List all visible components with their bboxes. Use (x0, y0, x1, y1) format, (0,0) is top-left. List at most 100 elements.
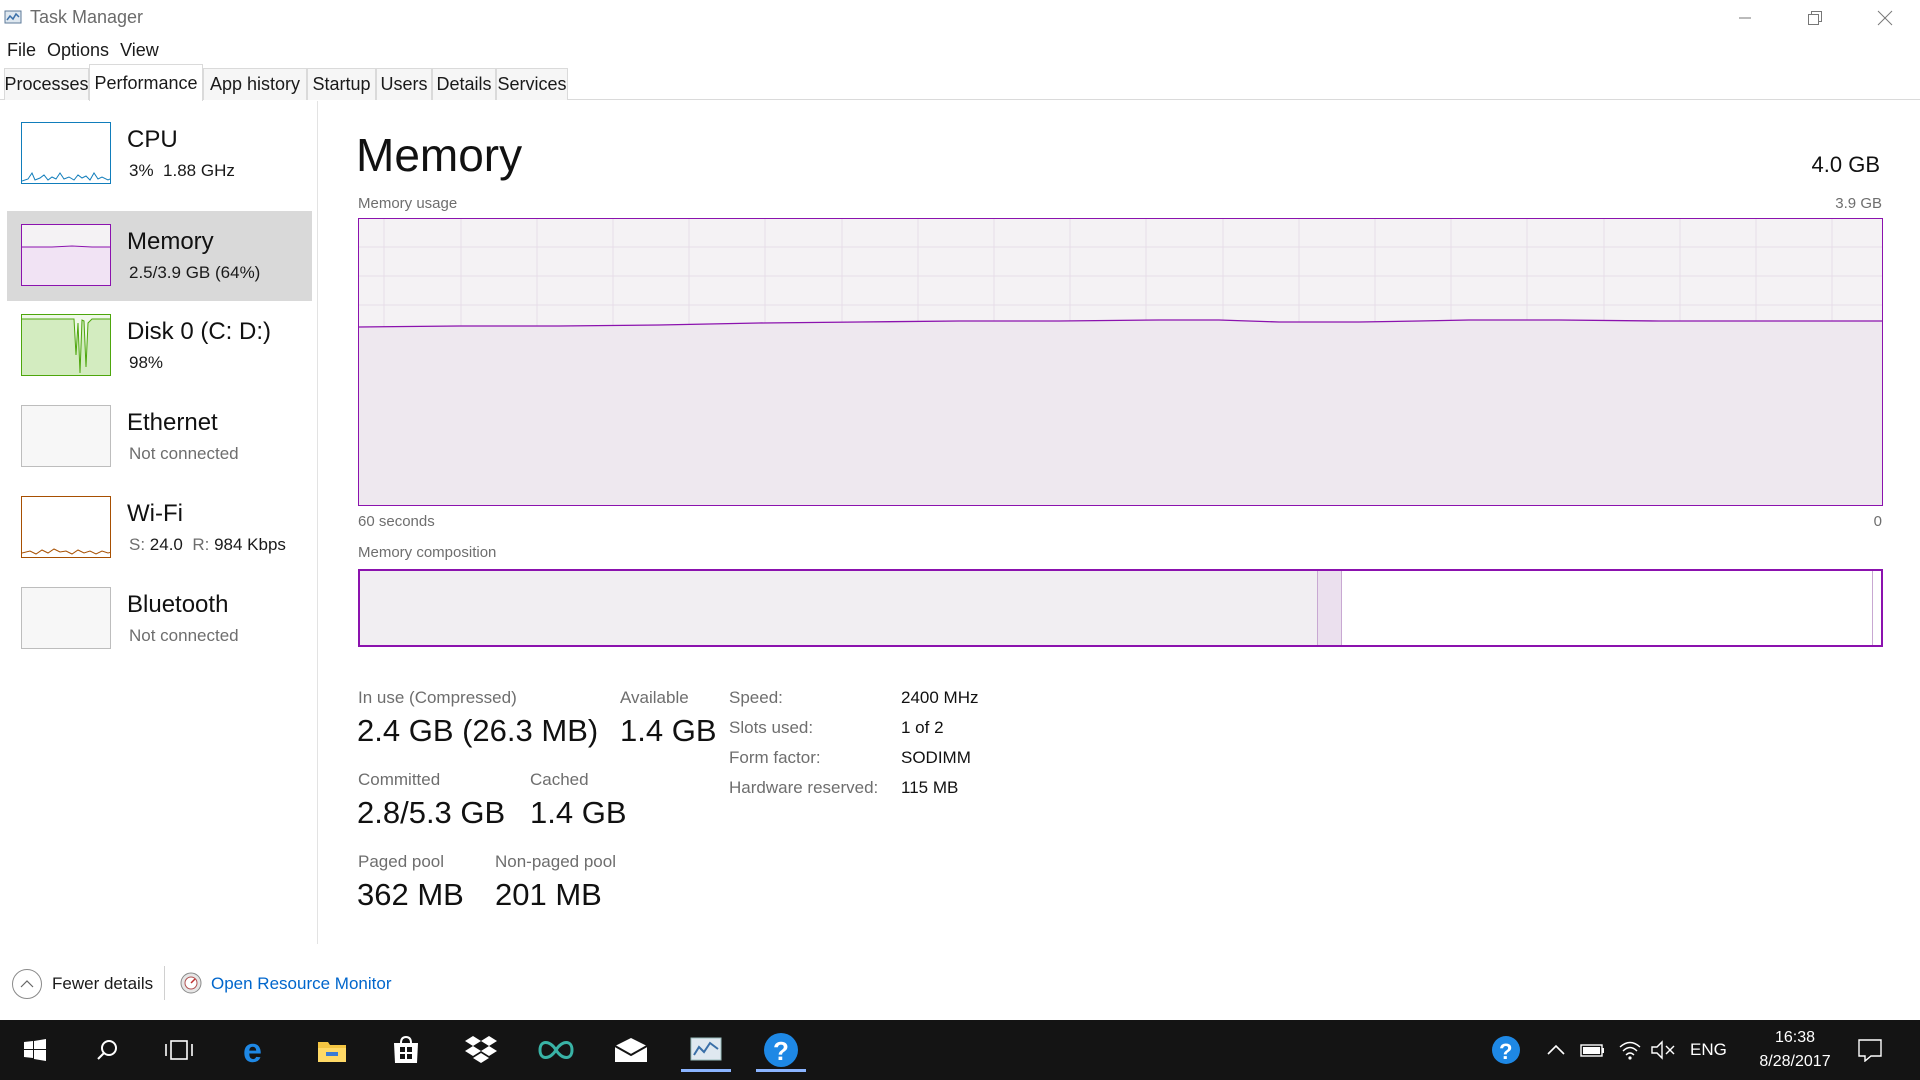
task-view-icon[interactable] (150, 1028, 208, 1072)
available-value: 1.4 GB (620, 713, 717, 748)
task-manager-app-icon (4, 9, 24, 25)
sidebar-sub-cpu: 3% 1.88 GHz (129, 161, 235, 181)
composition-free-segment[interactable] (1873, 571, 1881, 645)
menu-options[interactable]: Options (47, 40, 109, 61)
page-title: Memory (356, 129, 523, 181)
edge-icon[interactable]: e (228, 1028, 286, 1072)
hardware-reserved-label: Hardware reserved: (729, 778, 879, 797)
cpu-usage-percent: 3% (129, 161, 154, 180)
slots-value: 1 of 2 (901, 718, 944, 737)
sidebar-item-cpu[interactable]: CPU 3% 1.88 GHz (7, 109, 312, 199)
fewer-details-toggle[interactable] (12, 969, 42, 999)
committed-value: 2.8/5.3 GB (357, 795, 506, 830)
tab-users[interactable]: Users (376, 68, 432, 100)
active-app-indicator (756, 1069, 806, 1072)
memory-thumbnail-graph (21, 224, 111, 286)
cpu-speed: 1.88 GHz (163, 161, 235, 180)
window-title: Task Manager (30, 7, 144, 27)
sidebar-sub-disk: 98% (129, 353, 164, 372)
sidebar-title-bluetooth: Bluetooth (127, 591, 229, 618)
language-label: ENG (1690, 1040, 1727, 1059)
mail-icon[interactable] (602, 1028, 660, 1072)
form-factor-label: Form factor: (729, 748, 821, 767)
sidebar-title-memory: Memory (127, 228, 214, 255)
nonpaged-pool-value: 201 MB (495, 877, 602, 912)
resource-monitor-icon (180, 972, 202, 994)
svg-text:?: ? (773, 1036, 789, 1066)
tab-performance[interactable]: Performance (89, 64, 203, 101)
bluetooth-thumbnail-graph (21, 587, 111, 649)
clock-time: 16:38 (1774, 1029, 1816, 1046)
input-language[interactable]: ENG (1690, 1020, 1727, 1080)
restore-button[interactable] (1780, 0, 1850, 36)
memory-composition-bar (358, 569, 1883, 647)
disk-thumbnail-graph (21, 314, 111, 376)
cpu-thumbnail-graph (21, 122, 111, 184)
tab-bar: Processes Performance App history Startu… (0, 64, 1920, 101)
tab-services[interactable]: Services (496, 68, 568, 100)
sidebar-item-disk[interactable]: Disk 0 (C: D:) 98% (7, 301, 312, 391)
tab-app-history[interactable]: App history (203, 68, 307, 100)
composition-standby-segment[interactable] (1342, 571, 1873, 645)
paged-pool-value: 362 MB (357, 877, 464, 912)
sidebar-title-ethernet: Ethernet (127, 409, 218, 436)
tab-startup[interactable]: Startup (307, 68, 376, 100)
speed-value: 2400 MHz (901, 688, 979, 707)
fewer-details-link[interactable]: Fewer details (52, 974, 153, 994)
action-center-icon[interactable] (1848, 1028, 1892, 1072)
form-factor-value: SODIMM (901, 748, 971, 767)
open-resource-monitor-link[interactable]: Open Resource Monitor (211, 974, 391, 994)
search-icon[interactable] (78, 1028, 136, 1072)
wifi-thumbnail-graph (21, 496, 111, 558)
title-bar: Task Manager (0, 0, 1920, 36)
sidebar-item-memory[interactable]: Memory 2.5/3.9 GB (64%) (7, 211, 312, 301)
close-button[interactable] (1850, 0, 1920, 36)
sidebar-item-bluetooth[interactable]: Bluetooth Not connected (7, 574, 312, 664)
slots-label: Slots used: (729, 718, 814, 737)
arduino-icon[interactable] (527, 1028, 585, 1072)
wifi-receive-value: 984 Kbps (214, 535, 286, 554)
start-icon[interactable] (6, 1028, 64, 1072)
menu-view[interactable]: View (120, 40, 159, 61)
minimize-button[interactable] (1710, 0, 1780, 36)
memory-total: 4.0 GB (1811, 152, 1880, 177)
store-icon[interactable] (377, 1028, 435, 1072)
composition-in-use-segment[interactable] (360, 571, 1318, 645)
wifi-receive-label: R: (192, 535, 210, 554)
footer: Fewer details Open Resource Monitor (0, 944, 1920, 1020)
committed-label: Committed (358, 770, 441, 789)
sidebar-item-wifi[interactable]: Wi-Fi S: 24.0 R: 984 Kbps (7, 483, 312, 573)
svg-text:e: e (243, 1034, 262, 1066)
sidebar-sub-wifi: S: 24.0 R: 984 Kbps (129, 535, 286, 555)
show-hidden-icons-chevron-icon[interactable] (1536, 1028, 1576, 1072)
sidebar-sub-bluetooth: Not connected (129, 626, 239, 645)
tab-processes[interactable]: Processes (4, 68, 89, 100)
menu-file[interactable]: File (7, 40, 36, 61)
time-axis-right: 0 (1873, 513, 1882, 530)
hardware-reserved-value: 115 MB (901, 778, 959, 797)
available-label: Available (620, 688, 689, 707)
tab-details[interactable]: Details (432, 68, 496, 100)
composition-modified-segment[interactable] (1318, 571, 1342, 645)
taskbar-clock[interactable]: 16:38 8/28/2017 (1740, 1026, 1850, 1074)
file-explorer-icon[interactable] (303, 1028, 361, 1072)
dropbox-icon[interactable] (452, 1028, 510, 1072)
performance-sidebar: CPU 3% 1.88 GHz Memory 2.5/3.9 GB (64%) … (0, 101, 318, 944)
volume-muted-icon[interactable] (1643, 1028, 1683, 1072)
task-manager-icon[interactable] (677, 1028, 735, 1072)
menu-bar: File Options View (0, 36, 1920, 64)
help-tray-icon[interactable]: ? (1484, 1028, 1528, 1072)
chevron-up-icon (20, 980, 34, 988)
sidebar-sub-memory: 2.5/3.9 GB (64%) (129, 263, 261, 282)
speed-label: Speed: (729, 688, 783, 707)
help-icon[interactable]: ? (752, 1028, 810, 1072)
memory-usage-graph (358, 218, 1883, 506)
sidebar-item-ethernet[interactable]: Ethernet Not connected (7, 392, 312, 482)
wifi-send-value: 24.0 (149, 535, 183, 554)
memory-usage-label: Memory usage (358, 195, 458, 212)
battery-icon[interactable] (1572, 1028, 1612, 1072)
time-axis-left: 60 seconds (358, 513, 435, 530)
memory-composition-label: Memory composition (358, 544, 497, 561)
taskbar: e ? ? ENG 16:38 8/28/2017 (0, 1020, 1920, 1080)
in-use-label: In use (Compressed) (358, 688, 517, 707)
